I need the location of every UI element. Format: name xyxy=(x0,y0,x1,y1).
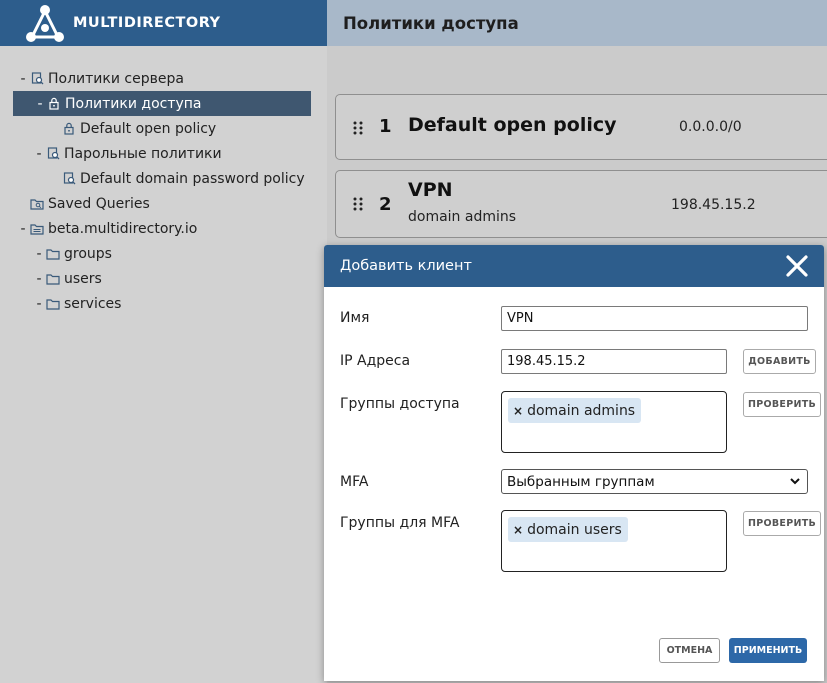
close-icon[interactable] xyxy=(784,253,810,279)
lock-icon xyxy=(47,97,61,111)
check-mfa-groups-button[interactable]: ПРОВЕРИТЬ xyxy=(743,511,821,536)
tree-collapse-toggle[interactable]: - xyxy=(32,296,46,312)
group-tag: × domain admins xyxy=(508,398,642,423)
tree-item-label: Default domain password policy xyxy=(80,170,305,187)
logo-text: MULTIDIRECTORY xyxy=(73,15,221,31)
mfa-select[interactable]: Выбранным группам xyxy=(501,469,808,494)
tree-item-label: Default open policy xyxy=(80,120,217,137)
domain-folder-icon xyxy=(30,222,44,236)
tree-item-label: services xyxy=(64,295,122,312)
apply-button[interactable]: ПРИМЕНИТЬ xyxy=(729,638,807,663)
remove-tag-icon[interactable]: × xyxy=(513,404,523,418)
logo-bar: MULTIDIRECTORY xyxy=(0,0,327,46)
tree-item-services[interactable]: - services xyxy=(32,291,121,316)
drag-handle-icon[interactable] xyxy=(352,121,364,139)
tree-item-label: Политики доступа xyxy=(65,95,202,112)
tree-item-label: beta.multidirectory.io xyxy=(48,220,198,237)
name-label: Имя xyxy=(340,310,370,326)
search-policy-icon xyxy=(62,172,76,186)
tag-label: domain admins xyxy=(527,402,636,419)
mfa-label: MFA xyxy=(340,474,369,490)
policy-subtitle: domain admins xyxy=(408,209,517,225)
folder-icon xyxy=(46,272,60,286)
multidirectory-logo-icon xyxy=(24,3,66,43)
folder-icon xyxy=(46,297,60,311)
page-header: Политики доступа xyxy=(327,0,827,46)
tree-collapse-toggle[interactable]: - xyxy=(32,246,46,262)
folder-icon xyxy=(46,247,60,261)
ip-input[interactable] xyxy=(501,349,727,374)
policy-number: 1 xyxy=(379,116,392,137)
page-title: Политики доступа xyxy=(343,13,519,33)
policy-ip: 198.45.15.2 xyxy=(671,197,756,213)
saved-query-folder-icon xyxy=(30,197,44,211)
tree-item-label: Saved Queries xyxy=(48,195,150,212)
policy-ip: 0.0.0.0/0 xyxy=(679,119,742,135)
mfa-groups-input[interactable]: × domain users xyxy=(501,510,727,572)
dialog-title: Добавить клиент xyxy=(340,258,472,274)
tree-collapse-toggle[interactable]: - xyxy=(33,96,47,112)
chevron-down-icon xyxy=(789,475,801,491)
tree-collapse-toggle[interactable]: - xyxy=(32,271,46,287)
access-groups-input[interactable]: × domain admins xyxy=(501,391,727,453)
tree-item-domain[interactable]: - beta.multidirectory.io xyxy=(16,216,197,241)
policy-name: Default open policy xyxy=(408,114,617,136)
sidebar: MULTIDIRECTORY - Политики сервера - Поли… xyxy=(0,0,327,683)
check-groups-button[interactable]: ПРОВЕРИТЬ xyxy=(743,392,821,417)
drag-handle-icon[interactable] xyxy=(352,197,364,215)
tree-collapse-toggle[interactable]: - xyxy=(16,71,30,87)
tree-collapse-toggle[interactable]: - xyxy=(32,146,46,162)
tree-item-default-domain-password-policy[interactable]: Default domain password policy xyxy=(48,166,305,191)
add-client-dialog: Добавить клиент Имя IP Адреса ДОБАВИТЬ Г… xyxy=(324,245,824,681)
search-policy-icon xyxy=(30,72,44,86)
tree-item-password-policies[interactable]: - Парольные политики xyxy=(32,141,222,166)
tag-label: domain users xyxy=(527,521,622,538)
tree-item-label: Политики сервера xyxy=(48,70,184,87)
tree-item-server-policies[interactable]: - Политики сервера xyxy=(16,66,184,91)
access-groups-label: Группы доступа xyxy=(340,396,460,412)
policy-number: 2 xyxy=(379,194,392,215)
tree-item-label: groups xyxy=(64,245,112,262)
tree-item-users[interactable]: - users xyxy=(32,266,102,291)
policy-name: VPN xyxy=(408,179,453,201)
search-policy-icon xyxy=(46,147,60,161)
tree-item-access-policies[interactable]: - Политики доступа xyxy=(13,91,311,116)
tree-collapse-toggle[interactable]: - xyxy=(16,221,30,237)
lock-icon xyxy=(62,122,76,136)
group-tag: × domain users xyxy=(508,517,628,542)
remove-tag-icon[interactable]: × xyxy=(513,523,523,537)
ip-label: IP Адреса xyxy=(340,353,411,369)
tree-item-label: Парольные политики xyxy=(64,145,222,162)
mfa-selected-value: Выбранным группам xyxy=(507,473,655,490)
policy-card[interactable]: 2 VPN domain admins 198.45.15.2 xyxy=(335,170,827,238)
tree-item-groups[interactable]: - groups xyxy=(32,241,112,266)
name-input[interactable] xyxy=(501,306,808,331)
tree-item-label: users xyxy=(64,270,102,287)
dialog-header: Добавить клиент xyxy=(324,245,824,287)
tree-item-default-open-policy[interactable]: Default open policy xyxy=(48,116,216,141)
mfa-groups-label: Группы для MFA xyxy=(340,515,460,531)
cancel-button[interactable]: ОТМЕНА xyxy=(659,638,720,663)
tree-item-saved-queries[interactable]: Saved Queries xyxy=(16,191,150,216)
policy-card[interactable]: 1 Default open policy 0.0.0.0/0 xyxy=(335,94,827,160)
add-ip-button[interactable]: ДОБАВИТЬ xyxy=(743,349,816,374)
